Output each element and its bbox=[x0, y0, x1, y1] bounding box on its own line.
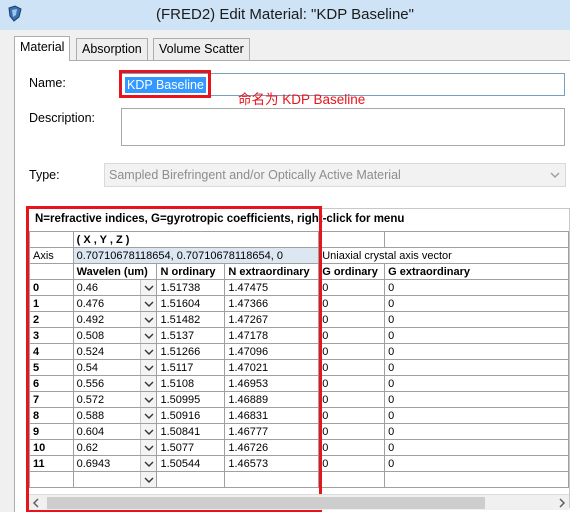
tab-volume-scatter[interactable]: Volume Scatter bbox=[153, 38, 250, 60]
dialog-client-area: Material Absorption Volume Scatter Name:… bbox=[0, 30, 570, 512]
window-title: (FRED2) Edit Material: "KDP Baseline" bbox=[156, 6, 414, 23]
g-extraordinary-cell[interactable]: 0 bbox=[384, 327, 569, 344]
g-extraordinary-cell[interactable]: 0 bbox=[384, 375, 569, 392]
tab-absorption[interactable]: Absorption bbox=[76, 38, 148, 60]
g-ordinary-cell[interactable]: 0 bbox=[318, 455, 386, 472]
g-extraordinary-cell[interactable]: 0 bbox=[384, 295, 569, 312]
g-ordinary-cell[interactable]: 0 bbox=[318, 423, 386, 440]
type-select[interactable]: Sampled Birefringent and/or Optically Ac… bbox=[104, 163, 566, 187]
type-select-value: Sampled Birefringent and/or Optically Ac… bbox=[109, 168, 401, 182]
name-highlight-box bbox=[119, 70, 211, 98]
g-ordinary-cell[interactable]: 0 bbox=[318, 343, 386, 360]
g-ordinary-cell[interactable]: 0 bbox=[318, 359, 386, 376]
g-extraordinary-cell[interactable]: 0 bbox=[384, 311, 569, 328]
description-label: Description: bbox=[29, 111, 95, 125]
g-extraordinary-cell[interactable]: 0 bbox=[384, 359, 569, 376]
scroll-left-arrow-icon[interactable] bbox=[32, 498, 40, 508]
g-extraordinary-cell[interactable]: 0 bbox=[384, 439, 569, 456]
name-label: Name: bbox=[29, 76, 66, 90]
name-annotation: 命名为 KDP Baseline bbox=[238, 92, 366, 107]
horizontal-scrollbar[interactable] bbox=[29, 494, 569, 510]
axis-note: Uniaxial crystal axis vector bbox=[318, 247, 569, 264]
g-extraordinary-cell[interactable]: 0 bbox=[384, 423, 569, 440]
g-extraordinary-cell-empty[interactable] bbox=[384, 471, 569, 488]
g-ordinary-cell[interactable]: 0 bbox=[318, 327, 386, 344]
g-extraordinary-cell[interactable]: 0 bbox=[384, 343, 569, 360]
scrollbar-thumb[interactable] bbox=[47, 497, 485, 509]
g-extraordinary-cell[interactable]: 0 bbox=[384, 391, 569, 408]
g-ordinary-cell[interactable]: 0 bbox=[318, 439, 386, 456]
g-ordinary-cell[interactable]: 0 bbox=[318, 407, 386, 424]
g-ordinary-cell[interactable]: 0 bbox=[318, 391, 386, 408]
col-header-g-extraordinary[interactable]: G extraordinary bbox=[384, 263, 569, 280]
empty-cell bbox=[384, 231, 569, 248]
title-bar[interactable]: (FRED2) Edit Material: "KDP Baseline" bbox=[0, 0, 570, 30]
tab-material[interactable]: Material bbox=[14, 36, 71, 61]
g-ordinary-cell[interactable]: 0 bbox=[318, 295, 386, 312]
g-extraordinary-cell[interactable]: 0 bbox=[384, 279, 569, 296]
col-header-g-ordinary[interactable]: G ordinary bbox=[318, 263, 386, 280]
g-ordinary-cell[interactable]: 0 bbox=[318, 279, 386, 296]
g-extraordinary-cell[interactable]: 0 bbox=[384, 455, 569, 472]
g-extraordinary-cell[interactable]: 0 bbox=[384, 407, 569, 424]
description-field[interactable] bbox=[121, 108, 565, 146]
g-ordinary-cell[interactable]: 0 bbox=[318, 311, 386, 328]
g-ordinary-cell-empty[interactable] bbox=[318, 471, 386, 488]
chevron-down-icon bbox=[550, 172, 560, 179]
scroll-right-arrow-icon[interactable] bbox=[558, 498, 566, 508]
type-label: Type: bbox=[29, 168, 60, 182]
grid-highlight-box bbox=[26, 206, 322, 512]
empty-cell bbox=[318, 231, 386, 248]
g-ordinary-cell[interactable]: 0 bbox=[318, 375, 386, 392]
